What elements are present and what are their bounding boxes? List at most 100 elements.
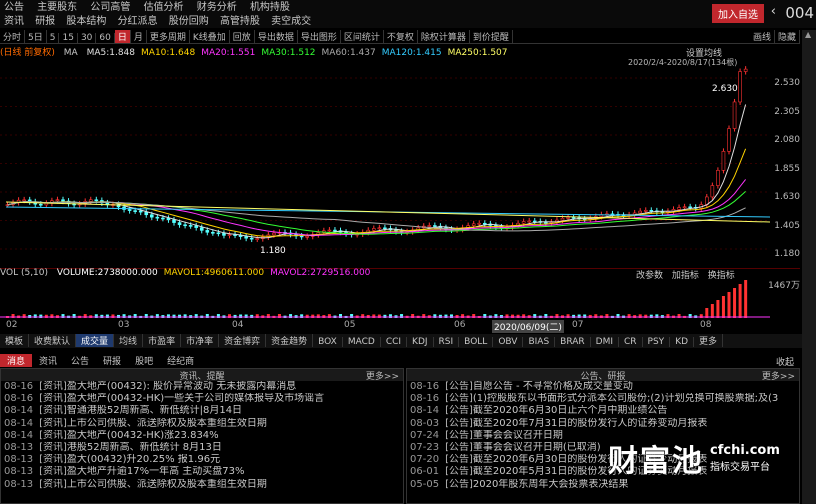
news-tag: [公告] [445, 393, 473, 405]
candle-body [571, 217, 576, 219]
indicator-tab[interactable]: 市盈率 [143, 334, 182, 347]
submenu-item[interactable]: 资讯 [4, 16, 24, 27]
news-item[interactable]: 08-14 [资讯]上市公司供股、派送除权及股本重组生效日期 [1, 418, 403, 430]
indicator-tab[interactable]: PSY [643, 337, 671, 347]
submenu-item[interactable]: 股本结构 [66, 16, 106, 27]
volume-bar [305, 314, 309, 318]
toolbar-item[interactable]: 回放 [230, 30, 255, 43]
toolbar-item[interactable]: 60 [96, 33, 115, 43]
news-item[interactable]: 08-16 [资讯]盈大地产(00432-HK)一些关于公司的媒体报导及市场谣言 [1, 393, 403, 405]
volume-value: VOLUME:2738000.000 [56, 268, 158, 278]
add-watchlist-button[interactable]: 加入自选 [712, 4, 764, 23]
news-tag: [公告] [445, 454, 473, 466]
toolbar-right-item[interactable]: 隐藏 [775, 30, 800, 43]
vertical-scrollbar[interactable]: ▲ [802, 30, 816, 504]
news-item[interactable]: 08-13 [资讯]上市公司供股、派送除权及股本重组生效日期 [1, 479, 403, 491]
toolbar-item[interactable]: 到价提醒 [470, 30, 513, 43]
candle-body [738, 71, 742, 103]
news-item[interactable]: 08-13 [资讯]盈大地产升逾17%一年高 主动买盘73% [1, 466, 403, 478]
news-tab[interactable]: 公告 [64, 354, 96, 367]
toolbar-right-item[interactable]: 画线 [750, 30, 775, 43]
news-item[interactable]: 08-13 [资讯]盈大(00432)升20.25% 报1.96元 [1, 454, 403, 466]
indicator-tab[interactable]: 资金博弈 [219, 334, 267, 347]
toolbar-item[interactable]: 5 [47, 33, 60, 43]
toolbar-item[interactable]: 区间统计 [341, 30, 384, 43]
indicator-tab[interactable]: CCI [381, 337, 408, 347]
news-tab[interactable]: 研报 [96, 354, 128, 367]
news-item[interactable]: 08-16 [资讯]盈大地产(00432): 股价异常波动 无未披露内幕消息 [1, 381, 403, 393]
news-tab[interactable]: 股吧 [128, 354, 160, 367]
indicator-tab[interactable]: 市净率 [181, 334, 220, 347]
submenu-item[interactable]: 卖空成交 [271, 16, 311, 27]
volume-bar [383, 314, 387, 318]
indicator-tab[interactable]: 模板 [0, 334, 30, 347]
news-date: 08-14 [4, 417, 34, 429]
indicator-tab[interactable]: 均线 [114, 334, 144, 347]
more-link[interactable]: 更多>> [762, 369, 795, 382]
toolbar-item[interactable]: 30 [78, 33, 97, 43]
indicator-tab[interactable]: CR [619, 337, 643, 347]
indicator-tab[interactable]: OBV [493, 337, 524, 347]
indicator-tab[interactable]: 收费默认 [29, 334, 77, 347]
news-item[interactable]: 08-03 [公告]截至2020年7月31日的股份发行人的证券变动月报表 [407, 418, 799, 430]
candlestick-chart[interactable]: 2.630 1.180 [0, 57, 800, 269]
news-text: 董事会会议召开日期(已取消) [472, 442, 601, 454]
candle-body [150, 214, 154, 218]
toolbar-item[interactable]: K线叠加 [190, 30, 230, 43]
news-item[interactable]: 08-16 [公告](1)控股股东以书面形式分派本公司股份;(2)计划兑换可换股票… [407, 393, 799, 405]
candle-body [677, 207, 681, 210]
submenu-item[interactable]: 股份回购 [169, 16, 209, 27]
news-tabs: 消息 资讯 公告 研报 股吧 经纪商 [0, 354, 800, 368]
news-tab[interactable]: 资讯 [32, 354, 64, 367]
indicator-tab[interactable]: 更多 [694, 334, 724, 347]
indicator-tab[interactable]: RSI [434, 337, 460, 347]
more-link[interactable]: 更多>> [366, 369, 399, 382]
news-item[interactable]: 08-13 [资讯]港股52周新高、新低统计 8月13日 [1, 442, 403, 454]
toolbar-item[interactable]: 日 [114, 30, 131, 43]
indicator-tab[interactable]: BRAR [555, 337, 591, 347]
submenu-item[interactable]: 研报 [35, 16, 55, 27]
news-item[interactable]: 08-14 [资讯]智通港股52周新高、新低统计|8月14日 [1, 405, 403, 417]
submenu-item[interactable]: 高管持股 [220, 16, 260, 27]
indicator-tab[interactable]: 资金趋势 [266, 334, 314, 347]
indicator-tab[interactable]: KD [670, 337, 695, 347]
toolbar-item[interactable]: 导出图形 [298, 30, 341, 43]
candle-body [527, 220, 532, 223]
news-tab[interactable]: 经纪商 [160, 354, 201, 367]
scroll-up-icon[interactable]: ▲ [805, 30, 813, 39]
volume-bar [178, 314, 182, 318]
chevron-left-icon[interactable]: ‹ [771, 4, 776, 19]
news-tag: [公告] [445, 466, 473, 478]
news-text: 上市公司供股、派送除权及股本重组生效日期 [66, 417, 267, 429]
indicator-tab[interactable]: BIAS [523, 337, 556, 347]
toolbar-item[interactable]: 更多周期 [147, 30, 190, 43]
candle-body [272, 232, 276, 236]
indicator-tab[interactable]: DMI [591, 337, 619, 347]
candle-body [477, 222, 482, 225]
submenu-item[interactable]: 分红派息 [118, 16, 158, 27]
indicator-tab[interactable]: BOLL [459, 337, 494, 347]
news-item[interactable]: 08-16 [公告]自愿公告 - 不寻常价格及成交量变动 [407, 381, 799, 393]
sub-menu: 资讯 研报 股本结构 分红派息 股份回购 高管持股 卖空成交 [4, 12, 319, 27]
toolbar-item[interactable]: 分时 [0, 30, 26, 43]
toolbar-item[interactable]: 15 [59, 33, 78, 43]
indicator-tab[interactable]: MACD [343, 337, 381, 347]
toolbar-item[interactable]: 导出数据 [255, 30, 298, 43]
indicator-tab[interactable]: 成交量 [76, 334, 115, 347]
candle-body [222, 233, 226, 236]
toolbar-item[interactable]: 不复权 [384, 30, 418, 43]
collapse-button[interactable]: 收起 [776, 355, 794, 368]
indicator-tab[interactable]: BOX [313, 337, 343, 347]
news-item[interactable]: 08-14 [资讯]盈大地产(00432-HK)涨23.834% [1, 430, 403, 442]
price-tick: 2.530 [774, 78, 800, 88]
candle-body [333, 229, 337, 232]
toolbar-item[interactable]: 除权计算器 [418, 30, 470, 43]
candle-body [249, 237, 254, 240]
news-tab[interactable]: 消息 [0, 354, 33, 367]
toolbar-item[interactable]: 月 [131, 30, 147, 43]
news-text: 上市公司供股、派送除权及股本重组生效日期 [66, 478, 267, 490]
indicator-tab[interactable]: KDJ [407, 337, 434, 347]
candle-body [94, 199, 99, 202]
news-item[interactable]: 08-14 [公告]截至2020年6月30日止六个月中期业绩公告 [407, 405, 799, 417]
toolbar-item[interactable]: 5日 [25, 30, 47, 43]
